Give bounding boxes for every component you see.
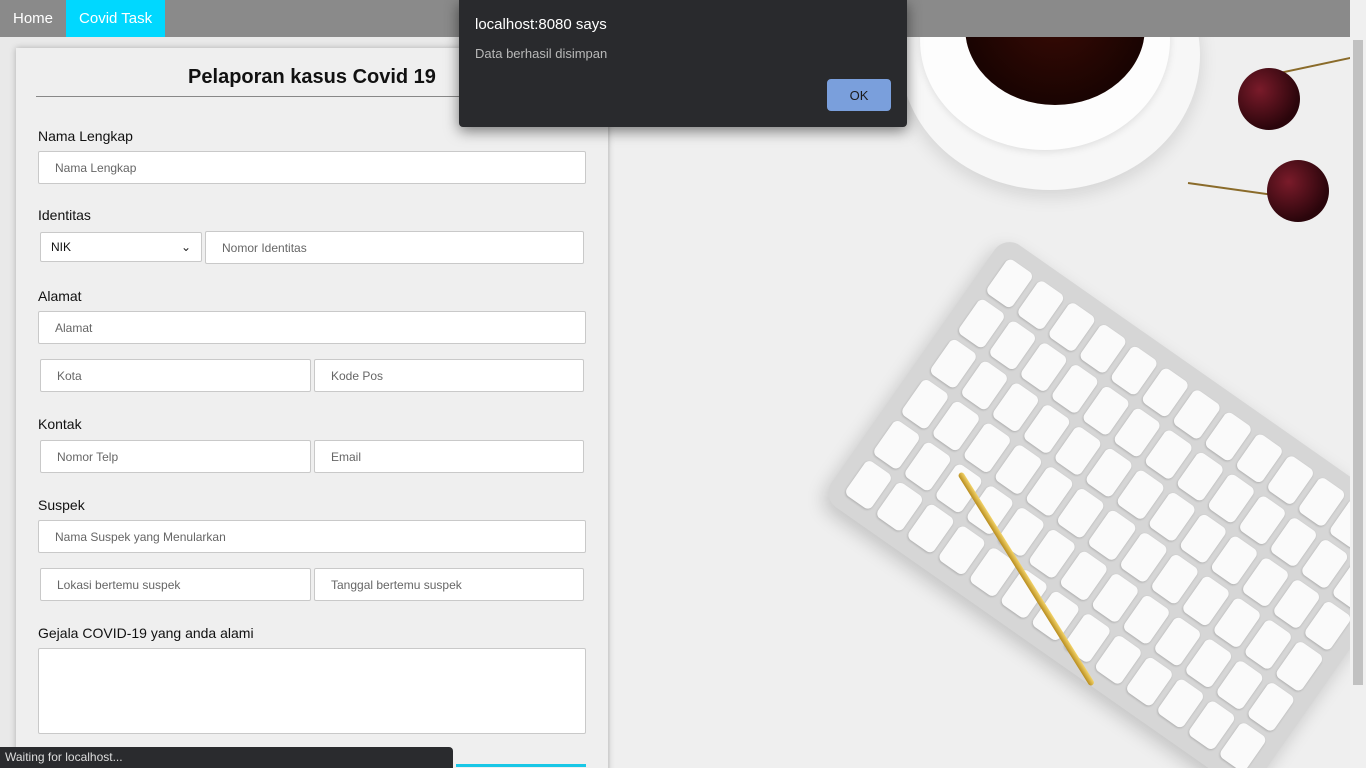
alamat-label: Alamat bbox=[38, 288, 82, 304]
alert-dialog: localhost:8080 says Data berhasil disimp… bbox=[459, 0, 907, 127]
alamat-input[interactable] bbox=[38, 311, 586, 344]
cherry-image bbox=[1238, 68, 1300, 130]
cherry-stem bbox=[1187, 182, 1278, 197]
nama-lengkap-input[interactable] bbox=[38, 151, 586, 184]
email-input[interactable] bbox=[314, 440, 584, 473]
kota-input[interactable] bbox=[40, 359, 311, 392]
chevron-down-icon: ⌄ bbox=[180, 240, 191, 254]
browser-status-bar: Waiting for localhost... bbox=[0, 747, 453, 768]
suspek-tanggal-input[interactable] bbox=[314, 568, 584, 601]
report-form-card: Pelaporan kasus Covid 19 Nama Lengkap Id… bbox=[16, 48, 608, 768]
dialog-ok-button[interactable]: OK bbox=[827, 79, 891, 111]
identitas-type-select[interactable]: NIK ⌄ bbox=[40, 232, 202, 262]
identitas-type-value: NIK bbox=[51, 240, 72, 254]
suspek-label: Suspek bbox=[38, 497, 85, 513]
kontak-label: Kontak bbox=[38, 416, 82, 432]
dialog-title: localhost:8080 says bbox=[475, 16, 607, 33]
keyboard-image bbox=[821, 235, 1350, 768]
suspek-lokasi-input[interactable] bbox=[40, 568, 311, 601]
gejala-label: Gejala COVID-19 yang anda alami bbox=[38, 625, 254, 641]
suspek-nama-input[interactable] bbox=[38, 520, 586, 553]
nav-covid-task-link[interactable]: Covid Task bbox=[66, 0, 166, 37]
scrollbar-thumb[interactable] bbox=[1353, 40, 1363, 685]
identitas-label: Identitas bbox=[38, 207, 91, 223]
nomor-identitas-input[interactable] bbox=[205, 231, 584, 264]
nama-lengkap-label: Nama Lengkap bbox=[38, 128, 133, 144]
gejala-textarea[interactable] bbox=[38, 648, 586, 734]
nav-home-link[interactable]: Home bbox=[0, 0, 66, 37]
cherry-image bbox=[1267, 160, 1329, 222]
nomor-telp-input[interactable] bbox=[40, 440, 311, 473]
kode-pos-input[interactable] bbox=[314, 359, 584, 392]
submit-button[interactable] bbox=[456, 764, 586, 767]
dialog-message: Data berhasil disimpan bbox=[475, 46, 608, 61]
page-scrollbar[interactable] bbox=[1350, 0, 1366, 768]
